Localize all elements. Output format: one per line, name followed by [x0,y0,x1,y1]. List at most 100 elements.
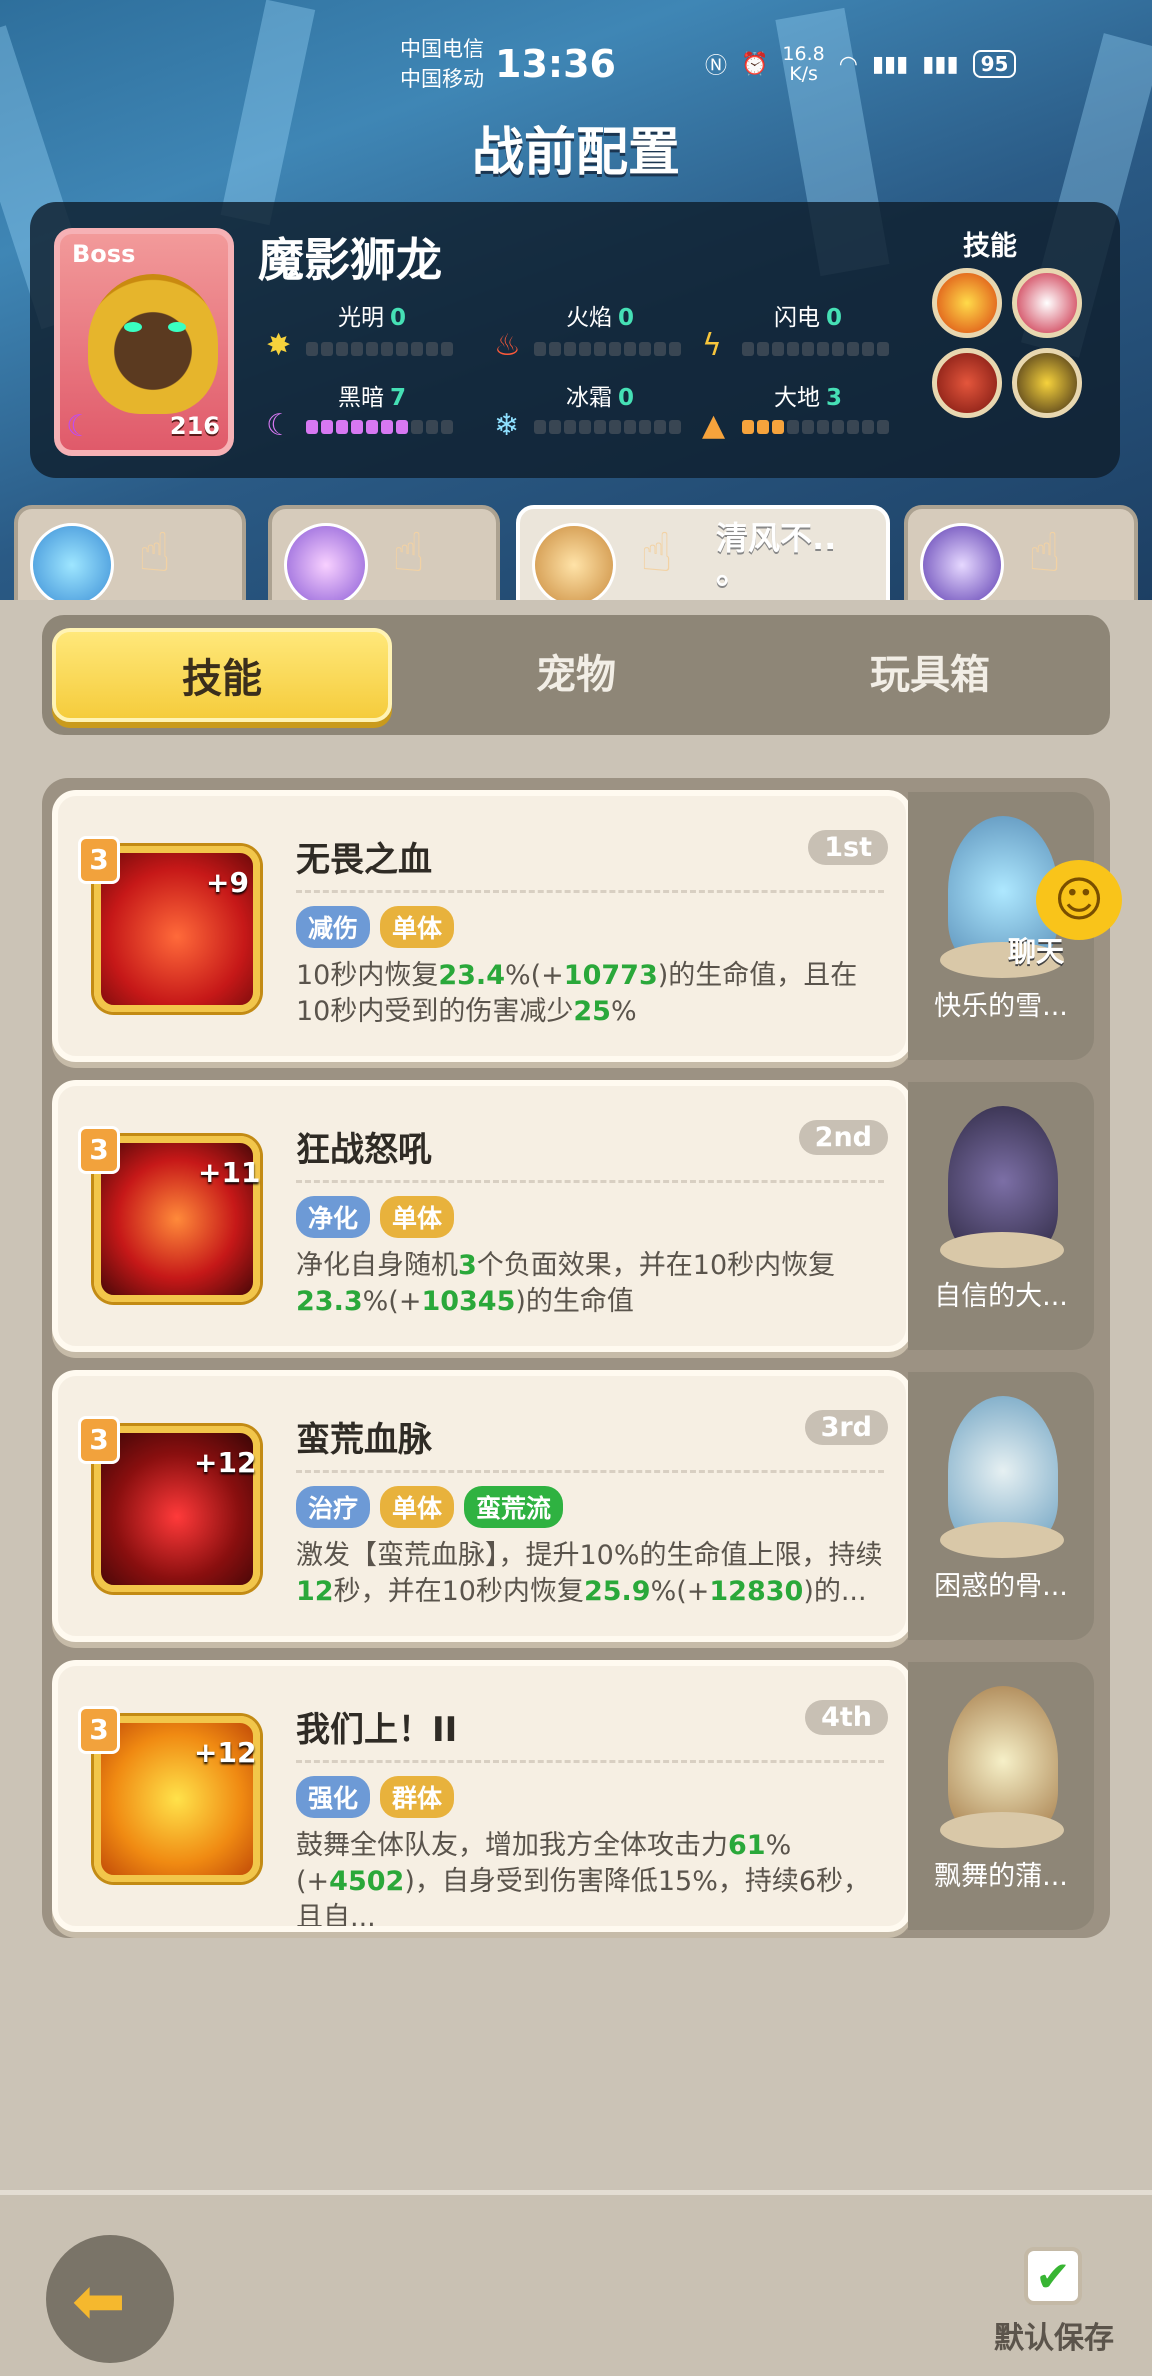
element-meter-segment [336,420,348,434]
pet-name: 自信的大... [934,1281,1068,1312]
boss-skill-icon[interactable] [1012,268,1082,338]
tab-pets[interactable]: 宠物 [406,628,746,722]
default-save-checkbox[interactable]: ✔ [1024,2247,1082,2305]
pointing-hand-icon: ☝ [1028,521,1061,584]
element-meter-segment [441,420,453,434]
desc-text: )的... [803,1576,867,1607]
skill-rank: 1st [808,830,888,865]
skill-upgrade-count: +12 [194,1736,257,1769]
desc-highlight: 12 [296,1576,334,1607]
element-meter-segment [411,420,423,434]
element-bar [534,340,681,358]
speed-unit: K/s [789,63,818,85]
pointing-hand-icon: ☝ [138,521,171,584]
element-meter-segment [564,420,576,434]
skill-tag: 单体 [380,1196,455,1238]
element-meter-segment [579,342,591,356]
pointing-hand-icon: ☝ [640,521,673,584]
skill-upgrade-count: +9 [206,866,249,899]
team-tab-3[interactable]: ☝ 清风不.. 。 [516,505,890,607]
skill-name: 无畏之血 [296,840,432,880]
element-value: 7 [390,385,407,411]
speed-value: 16.8 [782,43,825,65]
element-meter-segment [549,420,561,434]
desc-text: %(+ [650,1576,710,1607]
element-bar [306,340,453,358]
boss-skill-icon[interactable] [1012,348,1082,418]
chat-face-icon[interactable]: ☺ [1036,860,1122,940]
skill-card[interactable]: 3 +12 蛮荒血脉 3rd 治疗 单体 蛮荒流 激发【蛮荒血脉】，提升10%的… [52,1370,912,1642]
skill-level-badge: 3 [78,1416,120,1464]
element-meter-segment [757,420,769,434]
chat-label[interactable]: 聊天 [1008,930,1064,970]
element-meter-segment [321,342,333,356]
element-meter-segment [351,420,363,434]
clock: 13:36 [495,42,616,86]
skill-level-badge: 3 [78,836,120,884]
desc-text: %(+ [362,1286,422,1317]
element-value: 3 [826,385,843,411]
element-meter-segment [862,342,874,356]
snowflake-icon: ❄ [494,408,520,443]
team-tab-1[interactable]: ☝ [14,505,246,607]
pet-avatar [284,523,368,607]
nfc-icon: Ⓝ [705,54,728,79]
sun-icon: ✸ [266,328,292,363]
pet-slot[interactable]: 困惑的骨... [908,1372,1094,1640]
pet-avatar [30,523,114,607]
element-frost: 冰霜 0 [566,378,634,412]
element-meter-segment [336,342,348,356]
tab-toybox[interactable]: 玩具箱 [760,628,1100,722]
element-meter-segment [321,420,333,434]
bottom-bar: ⬅ ✔ 默认保存 [0,2190,1152,2376]
skill-card[interactable]: 3 +9 无畏之血 1st 减伤 单体 10秒内恢复23.4%(+10773)的… [52,790,912,1062]
element-bar [306,418,453,436]
skill-card[interactable]: 3 +12 我们上！II 4th 强化 群体 鼓舞全体队友，增加我方全体攻击力6… [52,1660,912,1932]
pet-slot[interactable]: 自信的大... [908,1082,1094,1350]
element-meter-segment [549,342,561,356]
boss-card[interactable]: Boss ☾ 216 [54,228,234,456]
tab-skills[interactable]: 技能 [52,628,392,722]
boss-skill-icon[interactable] [932,268,1002,338]
pet-name: 飘舞的蒲... [934,1861,1068,1892]
skill-rank: 2nd [798,1120,888,1155]
pet-slot[interactable]: 飘舞的蒲... [908,1662,1094,1930]
element-meter-segment [802,342,814,356]
boss-skills-label: 技能 [963,231,1017,262]
element-meter-segment [609,420,621,434]
element-meter-segment [847,420,859,434]
boss-skill-icon[interactable] [932,348,1002,418]
element-label: 火焰 [566,305,612,331]
team-tab-4[interactable]: ☝ [904,505,1138,607]
element-meter-segment [757,342,769,356]
skill-tag: 群体 [380,1776,455,1818]
default-save-label[interactable]: 默认保存 [994,2313,1114,2357]
skill-tag: 减伤 [296,906,371,948]
element-earth: 大地 3 [774,378,842,412]
category-segmented-control: 技能 宠物 玩具箱 [42,615,1110,735]
skill-card[interactable]: 3 +11 狂战怒吼 2nd 净化 单体 净化自身随机3个负面效果，并在10秒内… [52,1080,912,1352]
skill-tag: 单体 [380,1486,455,1528]
boss-portrait [88,274,218,414]
element-meter-segment [624,420,636,434]
element-meter-segment [624,342,636,356]
boss-eye [124,322,142,332]
skill-tag: 单体 [380,906,455,948]
skill-level-badge: 3 [78,1126,120,1174]
element-meter-segment [877,420,889,434]
skill-description: 净化自身随机3个负面效果，并在10秒内恢复 23.3%(+10345)的生命值 [296,1248,888,1346]
team-tab-2[interactable]: ☝ [268,505,500,607]
page-title: 战前配置 [471,123,680,183]
carrier-text: 中国电信 中国移动 [400,34,484,94]
element-meter-segment [381,342,393,356]
divider [296,1760,884,1763]
skill-description: 鼓舞全体队友，增加我方全体攻击力61%(+4502)，自身受到伤害降低15%，持… [296,1828,888,1926]
element-value: 0 [618,305,635,331]
boss-eye [168,322,186,332]
skill-tags: 净化 单体 [296,1196,455,1238]
skill-level-badge: 3 [78,1706,120,1754]
back-button[interactable]: ⬅ [46,2235,174,2363]
desc-text: 个负面效果，并在10秒内恢复 [476,1250,836,1281]
element-meter-segment [351,342,363,356]
carrier-2: 中国移动 [400,67,484,91]
